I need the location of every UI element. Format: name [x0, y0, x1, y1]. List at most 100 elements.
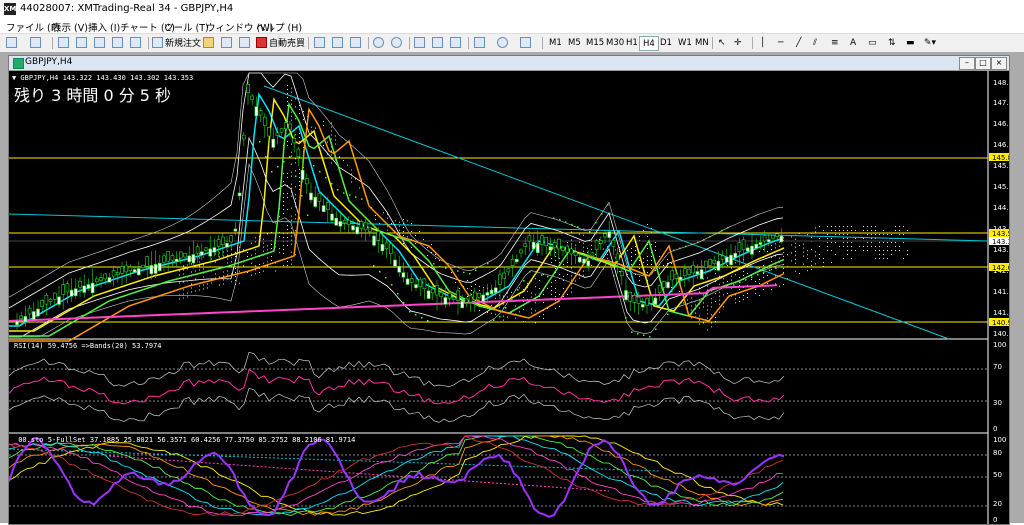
tester-icon[interactable]: [130, 36, 141, 49]
text-label-icon[interactable]: ▭: [868, 36, 877, 49]
tile-windows-icon[interactable]: [414, 36, 425, 49]
cloud-dot: [503, 319, 504, 321]
zoom-out-icon[interactable]: [391, 36, 402, 49]
cloud-dot: [571, 287, 572, 289]
stoch-tick: 80: [993, 449, 1002, 457]
cloud-dot: [227, 262, 228, 264]
templates-icon[interactable]: [520, 36, 531, 49]
cloud-dot: [847, 234, 848, 235]
cloud-dot: [631, 256, 632, 257]
cloud-dot: [795, 270, 796, 272]
channel-icon[interactable]: ⫽: [813, 36, 817, 49]
cloud-dot: [707, 277, 708, 279]
new-order-button[interactable]: 新規注文: [152, 36, 201, 49]
timeframe-m5[interactable]: M5: [565, 36, 584, 49]
candle-body: [200, 251, 204, 256]
vertical-line-icon[interactable]: │: [760, 36, 765, 49]
text-tool-icon[interactable]: A: [850, 36, 856, 49]
candle-body: [745, 247, 750, 252]
cloud-dot: [283, 245, 284, 246]
cloud-dot: [739, 277, 740, 278]
cloud-dot: [839, 226, 840, 227]
line-chart-icon[interactable]: [350, 36, 361, 49]
timeframe-m1[interactable]: M1: [546, 36, 565, 49]
candle-body: [384, 242, 389, 249]
arrows-icon[interactable]: ⇅: [888, 36, 896, 49]
fibonacci-icon[interactable]: ≡: [831, 36, 839, 49]
timeframe-h4[interactable]: H4: [639, 36, 659, 51]
candle-body: [514, 259, 519, 263]
candle-body: [296, 148, 301, 157]
horizontal-line-icon[interactable]: ─: [778, 36, 783, 49]
chart-shift-icon[interactable]: [450, 36, 461, 49]
auto-scroll-icon[interactable]: [432, 36, 443, 49]
rsi-tick: 0: [993, 425, 997, 433]
metaeditor-icon[interactable]: [203, 36, 214, 49]
cloud-dot: [819, 246, 820, 247]
sar-dot: [373, 265, 375, 267]
candle-body: [153, 264, 158, 274]
profiles-icon[interactable]: [30, 36, 41, 49]
cloud-dot: [827, 246, 828, 247]
new-chart-icon[interactable]: [6, 36, 17, 49]
cloud-dot: [215, 253, 216, 255]
cloud-dot: [895, 242, 896, 243]
cloud-dot: [291, 119, 292, 121]
cloud-dot: [891, 250, 892, 251]
cloud-dot: [247, 256, 248, 257]
trendline-icon[interactable]: ╱: [796, 36, 801, 49]
auto-trading-button[interactable]: 自動売買: [256, 36, 305, 49]
candle-body: [535, 243, 540, 253]
cloud-dot: [479, 310, 480, 311]
market-watch-icon[interactable]: [58, 36, 69, 49]
timeframe-mn[interactable]: MN: [692, 36, 712, 49]
candle-body: [309, 192, 313, 201]
cloud-dot: [743, 271, 744, 272]
cloud-dot: [187, 268, 188, 270]
zoom-in-icon[interactable]: [373, 36, 384, 49]
more-tools-icon[interactable]: ✎▾: [924, 36, 936, 49]
candlestick-icon[interactable]: [332, 36, 343, 49]
cloud-dot: [795, 250, 796, 252]
crosshair-icon[interactable]: ✛: [734, 36, 742, 49]
candle-body: [90, 282, 95, 294]
cloud-dot: [747, 273, 748, 274]
cloud-dot: [711, 314, 712, 316]
cloud-dot: [295, 134, 296, 136]
data-window-icon[interactable]: [76, 36, 87, 49]
market-icon[interactable]: [239, 36, 250, 49]
cloud-dot: [263, 270, 264, 272]
navigator-icon[interactable]: [94, 36, 105, 49]
menu-insert[interactable]: 挿入 (I): [88, 20, 120, 34]
candle-body: [649, 295, 654, 304]
candle-body: [179, 251, 183, 259]
signals-icon[interactable]: [221, 36, 232, 49]
cloud-dot: [559, 258, 560, 259]
cloud-dot: [543, 302, 544, 303]
candle-body: [111, 270, 116, 277]
periods-icon[interactable]: [497, 36, 508, 49]
candle-body: [691, 265, 696, 274]
menu-tools[interactable]: ツール (T): [164, 20, 209, 34]
minimize-button[interactable]: –: [959, 57, 975, 70]
shapes-icon[interactable]: ▬: [906, 36, 915, 49]
timeframe-d1[interactable]: D1: [657, 36, 675, 49]
cloud-dot: [299, 189, 300, 190]
cloud-dot: [287, 173, 288, 174]
terminal-icon[interactable]: [112, 36, 123, 49]
menu-view[interactable]: 表示 (V): [52, 20, 88, 34]
cloud-dot: [699, 307, 700, 309]
indicators-icon[interactable]: [474, 36, 485, 49]
close-button[interactable]: ×: [991, 57, 1007, 70]
bar-chart-icon[interactable]: [314, 36, 325, 49]
cloud-dot: [515, 317, 516, 319]
cloud-dot: [227, 274, 228, 276]
cursor-icon[interactable]: ↖: [718, 36, 726, 49]
cloud-dot: [607, 258, 608, 260]
cloud-dot: [467, 280, 468, 281]
menu-help[interactable]: ヘルプ (H): [256, 20, 302, 34]
candle-body: [23, 316, 28, 323]
cloud-dot: [287, 229, 288, 230]
price-chart-area[interactable]: ▼ GBPJPY,H4 143.322 143.430 143.302 143.…: [9, 71, 1009, 524]
maximize-button[interactable]: □: [975, 57, 991, 70]
